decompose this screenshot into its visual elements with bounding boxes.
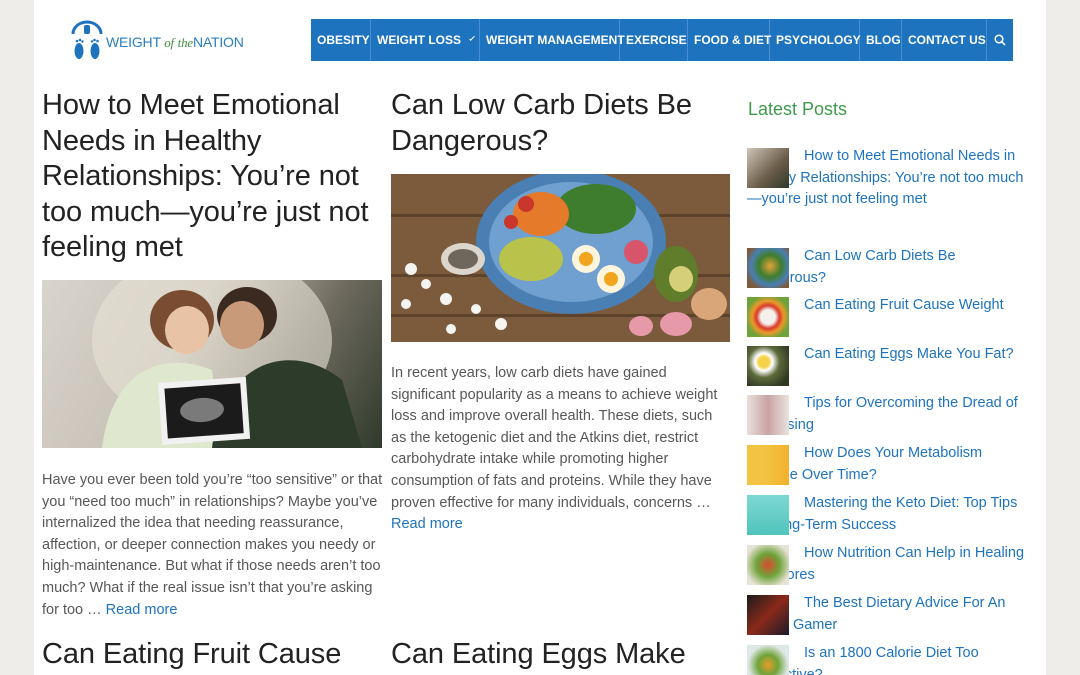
latest-post-link[interactable]: How to Meet Emotional Needs in Healthy R… (747, 146, 1027, 211)
read-more-link[interactable]: Read more (106, 602, 178, 618)
latest-post-item[interactable]: How Does Your Metabolism Change Over Tim… (747, 443, 1027, 493)
search-icon (994, 34, 1006, 46)
couple-photo-illustration (92, 280, 362, 448)
latest-post-item[interactable]: How Nutrition Can Help in Healing Bed So… (747, 543, 1027, 593)
post-image-couple-ultrasound[interactable] (42, 280, 382, 448)
post-thumbnail (747, 148, 789, 188)
nav-item-obesity[interactable]: OBESITY (311, 19, 371, 61)
post-thumbnail (747, 248, 789, 288)
latest-post-item[interactable]: Is an 1800 Calorie Diet Too Restrictive? (747, 643, 1027, 675)
latest-post-link[interactable]: Can Low Carb Diets Be Dangerous? (747, 246, 1027, 289)
logo-text-main: WEIGHT (106, 33, 161, 50)
nav-label: FOOD & DIET (694, 33, 772, 47)
post-title-3[interactable]: Can Eating Fruit Cause (42, 637, 387, 673)
nav-item-contact-us[interactable]: CONTACT US (902, 19, 987, 61)
latest-post-link[interactable]: How Does Your Metabolism Change Over Tim… (747, 443, 1027, 486)
nav-label: PSYCHOLOGY (776, 33, 861, 47)
latest-post-link[interactable]: The Best Dietary Advice For An Online Ga… (747, 593, 1027, 636)
post-thumbnail (747, 346, 789, 386)
latest-post-item[interactable]: Tips for Overcoming the Dread of Exercis… (747, 393, 1027, 443)
nav-item-psychology[interactable]: PSYCHOLOGY (770, 19, 861, 61)
post-title-1[interactable]: How to Meet Emotional Needs in Healthy R… (42, 88, 387, 266)
excerpt-text: Have you ever been told you’re “too sens… (42, 472, 383, 618)
post-image-low-carb-bowl[interactable] (391, 174, 730, 342)
nav-label: BLOG (866, 33, 901, 47)
post-thumbnail (747, 645, 789, 675)
post-thumbnail (747, 297, 789, 337)
nav-label: OBESITY (317, 33, 370, 47)
site-logo[interactable]: WEIGHT of theNATION (70, 20, 244, 64)
read-more-link[interactable]: Read more (391, 516, 463, 532)
logo-text-the: the (177, 34, 194, 50)
nav-label: WEIGHT LOSS (377, 33, 461, 47)
post-title-4[interactable]: Can Eating Eggs Make (391, 637, 731, 673)
post-thumbnail (747, 495, 789, 535)
latest-post-link[interactable]: Can Eating Fruit Cause Weight Gain? (747, 295, 1027, 338)
post-excerpt-1: Have you ever been told you’re “too sens… (42, 470, 387, 621)
latest-post-link[interactable]: Mastering the Keto Diet: Top Tips for Lo… (747, 493, 1027, 536)
footprints-logo-icon (71, 20, 103, 59)
post-thumbnail (747, 595, 789, 635)
latest-post-link[interactable]: Is an 1800 Calorie Diet Too Restrictive? (747, 643, 1027, 675)
logo-text-of: of (164, 34, 174, 50)
food-bowl-illustration (391, 174, 730, 342)
latest-posts-list: How to Meet Emotional Needs in Healthy R… (747, 146, 1027, 675)
latest-post-item[interactable]: How to Meet Emotional Needs in Healthy R… (747, 146, 1027, 246)
main-navigation: OBESITY WEIGHT LOSS WEIGHT MANAGEMENT EX… (311, 19, 1013, 61)
nav-label: CONTACT US (908, 33, 986, 47)
latest-post-item[interactable]: Mastering the Keto Diet: Top Tips for Lo… (747, 493, 1027, 543)
latest-post-item[interactable]: Can Eating Fruit Cause Weight Gain? (747, 295, 1027, 344)
nav-item-exercise[interactable]: EXERCISE (620, 19, 688, 61)
nav-item-food-diet[interactable]: FOOD & DIET (688, 19, 772, 61)
latest-posts-heading: Latest Posts (748, 99, 848, 119)
post-thumbnail (747, 395, 789, 435)
latest-post-link[interactable]: Can Eating Eggs Make You Fat? (747, 344, 1027, 366)
nav-item-weight-loss[interactable]: WEIGHT LOSS (371, 19, 480, 61)
post-thumbnail (747, 445, 789, 485)
excerpt-text: In recent years, low carb diets have gai… (391, 365, 718, 511)
latest-post-item[interactable]: Can Low Carb Diets Be Dangerous? (747, 246, 1027, 295)
post-title-2[interactable]: Can Low Carb Diets Be Dangerous? (391, 88, 731, 159)
logo-wordmark: WEIGHT of theNATION (106, 34, 244, 51)
nav-label: EXERCISE (626, 33, 687, 47)
latest-post-link[interactable]: Tips for Overcoming the Dread of Exercis… (747, 393, 1027, 436)
nav-label: WEIGHT MANAGEMENT (486, 33, 625, 47)
nav-item-weight-management[interactable]: WEIGHT MANAGEMENT (480, 19, 625, 61)
page-container: WEIGHT of theNATION OBESITY WEIGHT LOSS … (34, 0, 1046, 675)
latest-post-item[interactable]: The Best Dietary Advice For An Online Ga… (747, 593, 1027, 643)
post-excerpt-2: In recent years, low carb diets have gai… (391, 363, 731, 536)
post-thumbnail (747, 545, 789, 585)
nav-search-button[interactable] (987, 19, 1013, 61)
latest-post-link[interactable]: How Nutrition Can Help in Healing Bed So… (747, 543, 1027, 586)
chevron-down-icon (469, 35, 475, 41)
nav-item-blog[interactable]: BLOG (860, 19, 902, 61)
latest-post-item[interactable]: Can Eating Eggs Make You Fat? (747, 344, 1027, 393)
logo-text-end: NATION (192, 33, 244, 50)
